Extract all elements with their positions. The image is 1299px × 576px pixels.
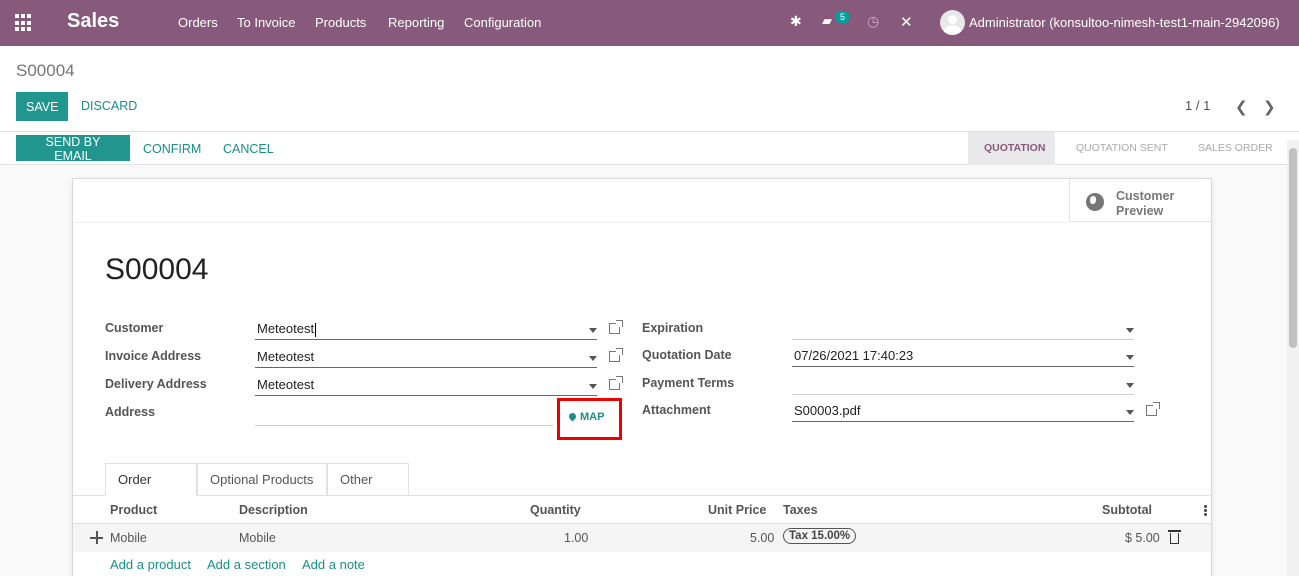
chevron-down-icon[interactable] bbox=[589, 328, 597, 333]
scrollbar[interactable] bbox=[1287, 140, 1299, 576]
column-product[interactable]: Product bbox=[110, 503, 157, 517]
invoice-address-field[interactable]: Meteotest bbox=[255, 346, 597, 368]
pager-next-icon[interactable]: ❯ bbox=[1263, 98, 1276, 116]
stage-sales-order[interactable]: SALES ORDER bbox=[1182, 132, 1287, 165]
chevron-down-icon[interactable] bbox=[589, 356, 597, 361]
tools-icon[interactable]: ✕ bbox=[900, 13, 913, 31]
status-bar: SEND BY EMAIL CONFIRM CANCEL QUOTATION Q… bbox=[0, 132, 1299, 165]
stage-quotation-sent[interactable]: QUOTATION SENT bbox=[1060, 132, 1175, 165]
payment-terms-field[interactable] bbox=[792, 373, 1134, 395]
quotation-date-field[interactable]: 07/26/2021 17:40:23 bbox=[792, 345, 1134, 367]
menu-products[interactable]: Products bbox=[315, 15, 366, 30]
divider bbox=[73, 222, 1069, 223]
address-label: Address bbox=[105, 405, 156, 419]
table-row[interactable]: Mobile Mobile 1.00 5.00 Tax 15.00% $ 5.0… bbox=[73, 524, 1211, 552]
customer-label: Customer bbox=[105, 321, 164, 335]
expiration-field[interactable] bbox=[792, 318, 1134, 340]
chevron-down-icon[interactable] bbox=[589, 384, 597, 389]
quotation-date-label: Quotation Date bbox=[642, 348, 732, 362]
map-button[interactable]: MAP bbox=[567, 411, 604, 423]
menu-reporting[interactable]: Reporting bbox=[388, 15, 444, 30]
user-name[interactable]: Administrator (konsultoo-nimesh-test1-ma… bbox=[969, 15, 1280, 30]
column-unit-price[interactable]: Unit Price bbox=[708, 503, 766, 517]
menu-orders[interactable]: Orders bbox=[178, 15, 218, 30]
cell-subtotal: $ 5.00 bbox=[1125, 531, 1160, 545]
discard-button[interactable]: DISCARD bbox=[81, 99, 137, 113]
cell-unit-price[interactable]: 5.00 bbox=[750, 531, 774, 545]
chevron-down-icon[interactable] bbox=[1126, 355, 1134, 360]
confirm-button[interactable]: CONFIRM bbox=[143, 142, 201, 156]
menu-to-invoice[interactable]: To Invoice bbox=[237, 15, 296, 30]
payment-terms-label: Payment Terms bbox=[642, 376, 735, 390]
invoice-address-label: Invoice Address bbox=[105, 349, 202, 363]
column-taxes[interactable]: Taxes bbox=[783, 503, 818, 517]
attachment-field[interactable]: S00003.pdf bbox=[792, 400, 1134, 422]
apps-menu-icon[interactable] bbox=[15, 14, 33, 32]
main-navbar: Sales Orders To Invoice Products Reporti… bbox=[0, 0, 1299, 46]
add-product-link[interactable]: Add a product bbox=[110, 557, 191, 572]
breadcrumb: S00004 bbox=[16, 61, 75, 80]
address-field[interactable] bbox=[255, 404, 553, 426]
cell-description[interactable]: Mobile bbox=[239, 531, 276, 545]
form-sheet: Customer Preview S00004 Customer Meteotes… bbox=[72, 178, 1212, 576]
record-title: S00004 bbox=[105, 253, 209, 286]
chevron-down-icon[interactable] bbox=[1126, 383, 1134, 388]
globe-icon bbox=[1086, 193, 1104, 211]
table-header: Product Description Quantity Unit Price … bbox=[73, 496, 1211, 524]
cell-quantity[interactable]: 1.00 bbox=[564, 531, 588, 545]
scrollbar-thumb[interactable] bbox=[1289, 148, 1297, 348]
send-by-email-button[interactable]: SEND BY EMAIL bbox=[16, 135, 130, 163]
external-link-icon[interactable] bbox=[609, 348, 623, 362]
cell-product[interactable]: Mobile bbox=[110, 531, 147, 545]
pager-previous-icon[interactable]: ❮ bbox=[1235, 98, 1248, 116]
tab-other-info[interactable]: Other Info bbox=[327, 463, 409, 518]
drag-handle-icon[interactable] bbox=[90, 531, 103, 544]
customer-field[interactable]: Meteotest bbox=[255, 318, 597, 340]
add-section-link[interactable]: Add a section bbox=[207, 557, 286, 572]
tab-optional-products[interactable]: Optional Products bbox=[197, 463, 327, 496]
column-quantity[interactable]: Quantity bbox=[530, 503, 581, 517]
attachment-label: Attachment bbox=[642, 403, 711, 417]
bug-icon[interactable]: ✱ bbox=[790, 13, 802, 30]
save-button[interactable]: SAVE bbox=[16, 92, 68, 121]
pager-value[interactable]: 1 / 1 bbox=[1185, 98, 1210, 113]
customer-preview-label: Customer Preview bbox=[1116, 189, 1175, 218]
delivery-address-field[interactable]: Meteotest bbox=[255, 374, 597, 396]
tab-order-lines[interactable]: Order Lines bbox=[105, 463, 197, 518]
menu-configuration[interactable]: Configuration bbox=[464, 15, 541, 30]
app-title: Sales bbox=[67, 10, 120, 32]
column-description[interactable]: Description bbox=[239, 503, 308, 517]
add-note-link[interactable]: Add a note bbox=[302, 557, 365, 572]
chat-icon[interactable]: ▰ bbox=[822, 13, 832, 29]
optional-columns-icon[interactable] bbox=[1204, 505, 1207, 516]
messages-badge: 5 bbox=[835, 11, 851, 23]
expiration-label: Expiration bbox=[642, 321, 704, 335]
user-avatar[interactable] bbox=[940, 10, 965, 35]
control-panel: S00004 SAVE DISCARD 1 / 1 ❮ ❯ bbox=[0, 46, 1299, 132]
chevron-down-icon[interactable] bbox=[1126, 410, 1134, 415]
map-marker-icon bbox=[567, 411, 578, 422]
clock-icon[interactable]: ◷ bbox=[867, 13, 879, 30]
delivery-address-label: Delivery Address bbox=[105, 377, 207, 391]
external-link-icon[interactable] bbox=[609, 320, 623, 334]
external-link-icon[interactable] bbox=[609, 376, 623, 390]
cancel-button[interactable]: CANCEL bbox=[223, 142, 274, 156]
trash-icon[interactable] bbox=[1168, 530, 1181, 544]
external-link-icon[interactable] bbox=[1146, 402, 1160, 416]
customer-preview-button[interactable]: Customer Preview bbox=[1069, 179, 1211, 222]
column-subtotal[interactable]: Subtotal bbox=[1102, 503, 1152, 517]
stage-quotation[interactable]: QUOTATION bbox=[968, 132, 1055, 165]
chevron-down-icon[interactable] bbox=[1126, 328, 1134, 333]
tax-tag[interactable]: Tax 15.00% bbox=[783, 528, 857, 544]
